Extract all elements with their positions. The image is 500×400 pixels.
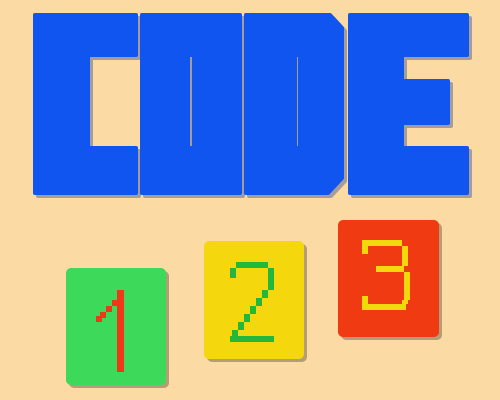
- digit-2-segment: [238, 322, 244, 330]
- digit-3-segment: [362, 240, 402, 246]
- digit-1-segment: [106, 306, 112, 312]
- number-tile-2: 2: [204, 241, 304, 359]
- digit-two-glyph: [230, 262, 274, 342]
- digit-three-glyph: [362, 240, 410, 310]
- digit-2-segment: [268, 268, 274, 290]
- title-letter-e: [348, 13, 469, 195]
- number-tile-3: 3: [338, 220, 439, 337]
- digit-3-segment: [376, 266, 404, 272]
- digit-3-segment: [362, 246, 368, 254]
- digit-2-segment: [244, 314, 250, 322]
- title-letter-d: [244, 13, 344, 195]
- digit-3-segment: [362, 304, 406, 310]
- digit-2-segment: [230, 336, 274, 342]
- digit-one-glyph: [96, 290, 124, 372]
- digit-3-segment: [402, 246, 408, 266]
- code-title-art: [33, 13, 472, 198]
- digit-2-segment: [262, 290, 268, 298]
- digit-3-segment: [362, 296, 368, 304]
- digit-1-segment: [117, 290, 124, 372]
- title-letter-c: [33, 13, 138, 195]
- digit-2-segment: [236, 262, 268, 268]
- digit-3-segment: [404, 272, 410, 300]
- digit-1-segment: [96, 316, 102, 322]
- number-tile-1: 1: [66, 268, 166, 385]
- digit-3-segment: [402, 300, 408, 304]
- digit-2-segment: [256, 298, 262, 306]
- digit-2-segment: [250, 306, 256, 314]
- digit-2-segment: [230, 268, 236, 278]
- digit-2-segment: [232, 330, 238, 336]
